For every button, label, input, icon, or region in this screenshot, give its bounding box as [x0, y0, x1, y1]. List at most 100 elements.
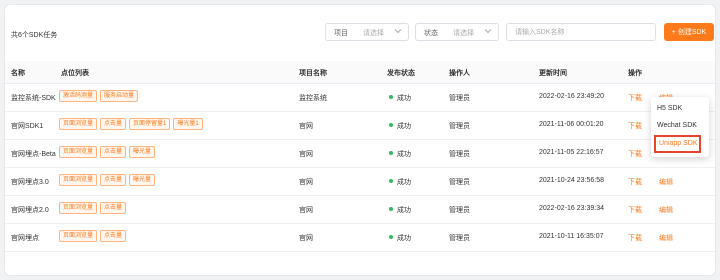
point-tags: 页面浏览量 点击量 曝光量	[59, 174, 158, 186]
edit-link[interactable]: 编辑	[659, 205, 673, 215]
point-tag: 页面浏览量	[59, 230, 98, 242]
point-tag: 曝光量	[129, 146, 156, 158]
point-tag: 点击量	[100, 118, 127, 130]
point-tag: 页面停留量1	[129, 118, 171, 130]
create-sdk-button[interactable]: + 创建SDK	[664, 23, 714, 41]
row-name: 监控系统-SDK	[11, 95, 56, 102]
header-project: 项目名称	[299, 70, 327, 77]
status-text: 成功	[397, 179, 411, 186]
header-operator: 操作人	[449, 70, 470, 77]
status-dot-icon	[389, 179, 393, 183]
point-tags: 激活码测量 服务启动量	[59, 90, 141, 102]
download-link[interactable]: 下载	[628, 177, 642, 187]
toolbar: 共6个SDK任务 项目 请选择 状态 请选择 + 创建SDK	[5, 5, 715, 61]
menu-item-wechat-sdk[interactable]: Wechat SDK	[657, 122, 697, 129]
row-name: 官网SDK1	[11, 123, 44, 130]
download-link[interactable]: 下载	[628, 121, 642, 131]
row-updated: 2021-11-05 22:16:57	[539, 149, 604, 156]
row-name: 官网埋点-Beta	[11, 151, 56, 158]
status-text: 成功	[397, 207, 411, 214]
point-tag: 曝光量1	[173, 118, 203, 130]
chevron-down-icon	[484, 29, 492, 34]
table-row: 官网埋点 官网 管理员 2021-10-11 16:35:07 页面浏览量 点击量 成功 下载…	[5, 223, 715, 252]
row-updated: 2022-02-16 23:49:20	[539, 93, 604, 100]
header-points: 点位列表	[61, 70, 89, 77]
point-tag: 点击量	[100, 230, 127, 242]
point-tag: 点击量	[100, 146, 127, 158]
row-updated: 2022-02-16 23:39:34	[539, 205, 604, 212]
row-operator: 管理员	[449, 151, 470, 158]
download-link[interactable]: 下载	[628, 149, 642, 159]
point-tag: 页面浏览量	[59, 202, 98, 214]
project-select[interactable]: 项目 请选择	[325, 23, 409, 41]
status-badge: 成功	[389, 205, 411, 215]
table-header: 名称 点位列表 项目名称 发布状态 操作人 更新时间 操作	[5, 61, 715, 84]
status-text: 成功	[397, 95, 411, 102]
header-name: 名称	[11, 70, 25, 77]
point-tag: 页面浏览量	[59, 146, 98, 158]
status-badge: 成功	[389, 93, 411, 103]
point-tag: 页面浏览量	[59, 174, 98, 186]
status-select[interactable]: 状态 请选择	[415, 23, 499, 41]
status-dot-icon	[389, 235, 393, 239]
row-operator: 管理员	[449, 207, 470, 214]
row-operator: 管理员	[449, 235, 470, 242]
table-row: 官网埋点2.0 官网 管理员 2022-02-16 23:39:34 页面浏览量 点击量 成…	[5, 195, 715, 224]
row-project: 官网	[299, 123, 313, 130]
point-tag: 激活码测量	[59, 90, 98, 102]
table-row: 监控系统-SDK 监控系统 管理员 2022-02-16 23:49:20 激活码测量服…	[5, 83, 715, 112]
point-tag: 服务启动量	[100, 90, 139, 102]
row-operator: 管理员	[449, 179, 470, 186]
point-tag: 点击量	[100, 174, 127, 186]
row-operator: 管理员	[449, 123, 470, 130]
sdk-panel: 共6个SDK任务 项目 请选择 状态 请选择 + 创建SDK 名称 点位列表 项…	[4, 4, 716, 276]
edit-link[interactable]: 编辑	[659, 177, 673, 187]
table-row: 官网埋点-Beta 官网 管理员 2021-11-05 22:16:57 页面浏览量 点击…	[5, 139, 715, 168]
status-dot-icon	[389, 151, 393, 155]
row-updated: 2021-11-06 00:01:20	[539, 121, 604, 128]
point-tag: 点击量	[100, 202, 127, 214]
status-badge: 成功	[389, 233, 411, 243]
row-project: 官网	[299, 207, 313, 214]
status-dot-icon	[389, 95, 393, 99]
row-operator: 管理员	[449, 95, 470, 102]
point-tags: 页面浏览量 点击量	[59, 202, 129, 214]
table-row: 官网埋点3.0 官网 管理员 2021-10-24 23:56:58 页面浏览量 点击量曝…	[5, 167, 715, 196]
status-badge: 成功	[389, 149, 411, 159]
row-project: 官网	[299, 151, 313, 158]
point-tag: 页面浏览量	[59, 118, 98, 130]
row-name: 官网埋点	[11, 235, 39, 242]
row-project: 监控系统	[299, 95, 327, 102]
point-tags: 页面浏览量 点击量 页面停留量1 曝光量1	[59, 118, 206, 130]
download-link[interactable]: 下载	[628, 205, 642, 215]
download-link[interactable]: 下载	[628, 233, 642, 243]
chevron-down-icon	[394, 29, 402, 34]
status-dot-icon	[389, 123, 393, 127]
row-updated: 2021-10-24 23:56:58	[539, 177, 604, 184]
header-updated: 更新时间	[539, 70, 567, 77]
status-text: 成功	[397, 151, 411, 158]
status-dot-icon	[389, 207, 393, 211]
menu-item-h5-sdk[interactable]: H5 SDK	[657, 105, 682, 112]
sdk-search-input[interactable]	[506, 23, 656, 41]
header-actions: 操作	[628, 70, 642, 77]
row-name: 官网埋点3.0	[11, 179, 49, 186]
menu-item-uniapp-sdk[interactable]: Uniapp SDK	[654, 135, 701, 153]
row-project: 官网	[299, 179, 313, 186]
status-label: 状态	[424, 30, 438, 37]
header-status: 发布状态	[387, 70, 415, 77]
row-updated: 2021-10-11 16:35:07	[539, 233, 604, 240]
status-text: 成功	[397, 235, 411, 242]
status-placeholder: 请选择	[453, 30, 474, 37]
project-label: 项目	[334, 30, 348, 37]
point-tags: 页面浏览量 点击量	[59, 230, 129, 242]
status-badge: 成功	[389, 121, 411, 131]
project-placeholder: 请选择	[363, 30, 384, 37]
status-text: 成功	[397, 123, 411, 130]
row-name: 官网埋点2.0	[11, 207, 49, 214]
status-badge: 成功	[389, 177, 411, 187]
download-menu: H5 SDK Wechat SDK Uniapp SDK	[651, 97, 709, 157]
point-tag: 曝光量	[129, 174, 156, 186]
download-link[interactable]: 下载	[628, 93, 642, 103]
edit-link[interactable]: 编辑	[659, 233, 673, 243]
